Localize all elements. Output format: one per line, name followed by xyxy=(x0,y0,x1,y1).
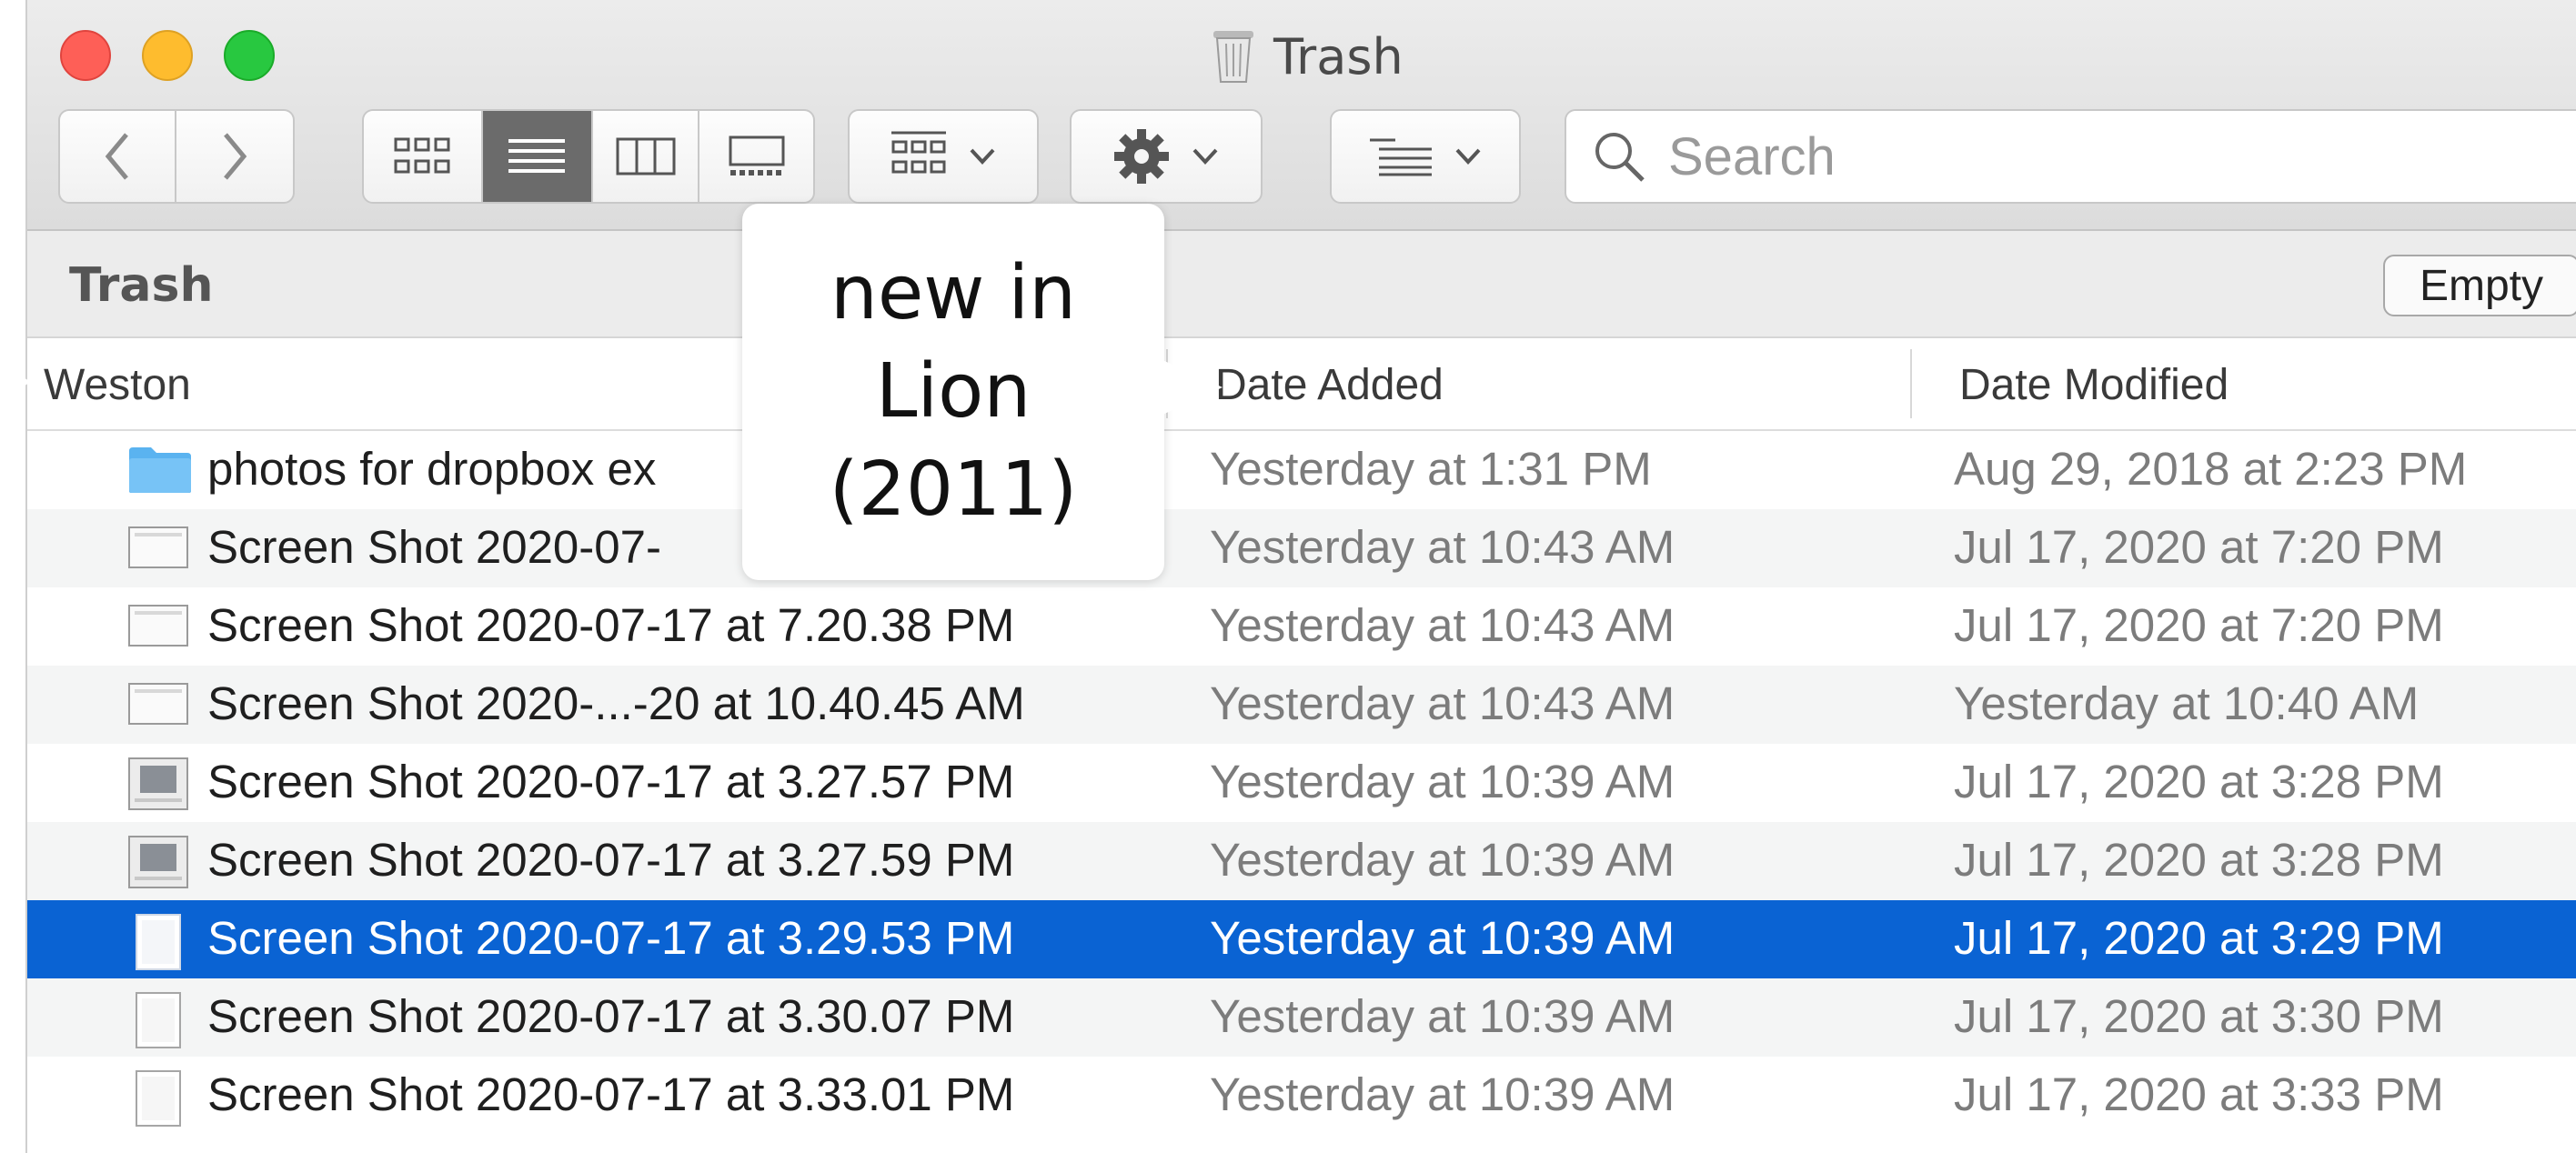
file-name: Screen Shot 2020-07-17 at 3.29.53 PM xyxy=(207,912,1015,964)
view-switcher xyxy=(362,109,815,204)
window-title: Trash xyxy=(1210,22,1404,91)
icon-view-button[interactable] xyxy=(364,111,483,202)
callout-line: new in xyxy=(830,250,1077,336)
trash-icon xyxy=(1210,24,1257,89)
list-view-icon xyxy=(508,139,566,173)
table-row[interactable]: Screen Shot 2020-07-17 at 3.27.57 PM Yes… xyxy=(27,744,2576,822)
icon-view-icon xyxy=(394,137,450,174)
action-button[interactable] xyxy=(1070,109,1263,204)
image-file-icon xyxy=(127,991,189,1060)
date-added: Yesterday at 1:31 PM xyxy=(1210,443,1652,495)
image-file-icon xyxy=(127,1069,189,1138)
file-name: Screen Shot 2020-07-17 at 3.30.07 PM xyxy=(207,990,1015,1042)
file-name: Screen Shot 2020-07- xyxy=(207,521,661,573)
folder-title: Trash xyxy=(69,258,214,313)
date-added: Yesterday at 10:39 AM xyxy=(1210,834,1675,886)
minimize-button[interactable] xyxy=(142,30,193,81)
date-modified: Jul 17, 2020 at 3:30 PM xyxy=(1954,990,2444,1042)
date-modified: Jul 17, 2020 at 7:20 PM xyxy=(1954,521,2444,573)
folder-icon xyxy=(127,444,193,506)
file-name: Screen Shot 2020-07-17 at 3.33.01 PM xyxy=(207,1068,1015,1120)
finder-window: Trash Search Trash Empty Weston Date Add… xyxy=(25,0,2576,1153)
empty-trash-button[interactable]: Empty xyxy=(2383,255,2576,316)
callout-line: Lion xyxy=(875,348,1031,435)
back-button[interactable] xyxy=(60,111,177,202)
callout-pointer xyxy=(1162,360,1223,415)
search-input[interactable] xyxy=(1666,125,2489,188)
path-bar: Trash Empty xyxy=(27,231,2576,338)
chevron-down-icon xyxy=(1192,148,1218,165)
date-added: Yesterday at 10:39 AM xyxy=(1210,1068,1675,1120)
window-title-text: Trash xyxy=(1273,27,1404,85)
annotation-pointer xyxy=(0,364,31,400)
column-header-date-modified[interactable]: Date Modified xyxy=(1959,360,2229,410)
chevron-down-icon xyxy=(1455,148,1481,165)
image-file-icon xyxy=(127,913,189,982)
search-icon xyxy=(1595,133,1645,182)
date-modified: Jul 17, 2020 at 3:28 PM xyxy=(1954,756,2444,807)
screenshot-file-icon xyxy=(127,600,189,662)
table-row[interactable]: Screen Shot 2020-07-17 at 7.20.38 PM Yes… xyxy=(27,587,2576,666)
column-headers: Weston Date Added Date Modified xyxy=(27,338,2576,431)
gallery-view-icon xyxy=(729,135,785,175)
gear-icon xyxy=(1114,129,1169,184)
file-name: Screen Shot 2020-07-17 at 7.20.38 PM xyxy=(207,599,1015,651)
screenshot-file-icon xyxy=(127,757,189,822)
annotation-callout: new in Lion (2011) xyxy=(742,204,1164,580)
table-row-selected[interactable]: Screen Shot 2020-07-17 at 3.29.53 PM Yes… xyxy=(27,900,2576,978)
column-header-date-added[interactable]: Date Added xyxy=(1215,360,1444,410)
gallery-view-button[interactable] xyxy=(699,111,813,202)
file-name: Screen Shot 2020-...-20 at 10.40.45 AM xyxy=(207,677,1025,729)
date-added: Yesterday at 10:39 AM xyxy=(1210,756,1675,807)
column-divider[interactable] xyxy=(1910,349,1912,418)
date-added: Yesterday at 10:39 AM xyxy=(1210,990,1675,1042)
zoom-button[interactable] xyxy=(224,30,275,81)
callout-line: (2011) xyxy=(829,446,1078,533)
forward-button[interactable] xyxy=(176,111,293,202)
date-modified: Jul 17, 2020 at 3:29 PM xyxy=(1954,912,2444,964)
date-modified: Jul 17, 2020 at 3:33 PM xyxy=(1954,1068,2444,1120)
table-row[interactable]: Screen Shot 2020-07-17 at 3.33.01 PM Yes… xyxy=(27,1057,2576,1135)
search-field[interactable] xyxy=(1565,109,2576,204)
column-header-name[interactable]: Weston xyxy=(44,360,191,410)
chevron-left-icon xyxy=(105,133,128,180)
column-view-button[interactable] xyxy=(593,111,700,202)
nav-buttons xyxy=(58,109,295,204)
table-row[interactable]: Screen Shot 2020-...-20 at 10.40.45 AM Y… xyxy=(27,666,2576,744)
table-row[interactable]: Screen Shot 2020-07-17 at 3.27.59 PM Yes… xyxy=(27,822,2576,900)
screenshot-file-icon xyxy=(127,678,189,740)
date-added: Yesterday at 10:39 AM xyxy=(1210,912,1675,964)
sort-button[interactable] xyxy=(1330,109,1521,204)
close-button[interactable] xyxy=(60,30,111,81)
screenshot-file-icon xyxy=(127,522,189,584)
date-added: Yesterday at 10:43 AM xyxy=(1210,599,1675,651)
file-name: Screen Shot 2020-07-17 at 3.27.59 PM xyxy=(207,834,1015,886)
file-name: Screen Shot 2020-07-17 at 3.27.57 PM xyxy=(207,756,1015,807)
screenshot-file-icon xyxy=(127,835,189,900)
toolbar: Trash xyxy=(27,0,2576,231)
date-modified: Jul 17, 2020 at 7:20 PM xyxy=(1954,599,2444,651)
date-modified: Jul 17, 2020 at 3:28 PM xyxy=(1954,834,2444,886)
sort-lines-icon xyxy=(1370,138,1432,176)
column-view-icon xyxy=(616,137,675,175)
file-name: photos for dropbox ex xyxy=(207,443,657,495)
group-grid-icon xyxy=(891,131,946,174)
date-added: Yesterday at 10:43 AM xyxy=(1210,677,1675,729)
group-by-button[interactable] xyxy=(848,109,1039,204)
table-row[interactable]: photos for dropbox ex Yesterday at 1:31 … xyxy=(27,431,2576,509)
table-row[interactable]: Screen Shot 2020-07- Yesterday at 10:43 … xyxy=(27,509,2576,587)
date-added: Yesterday at 10:43 AM xyxy=(1210,521,1675,573)
chevron-right-icon xyxy=(224,133,247,180)
date-modified: Yesterday at 10:40 AM xyxy=(1954,677,2420,729)
chevron-down-icon xyxy=(970,148,995,165)
list-view-button[interactable] xyxy=(482,111,593,202)
table-row[interactable]: Screen Shot 2020-07-17 at 3.30.07 PM Yes… xyxy=(27,978,2576,1057)
date-modified: Aug 29, 2018 at 2:23 PM xyxy=(1954,443,2468,495)
file-list: photos for dropbox ex Yesterday at 1:31 … xyxy=(27,431,2576,1135)
